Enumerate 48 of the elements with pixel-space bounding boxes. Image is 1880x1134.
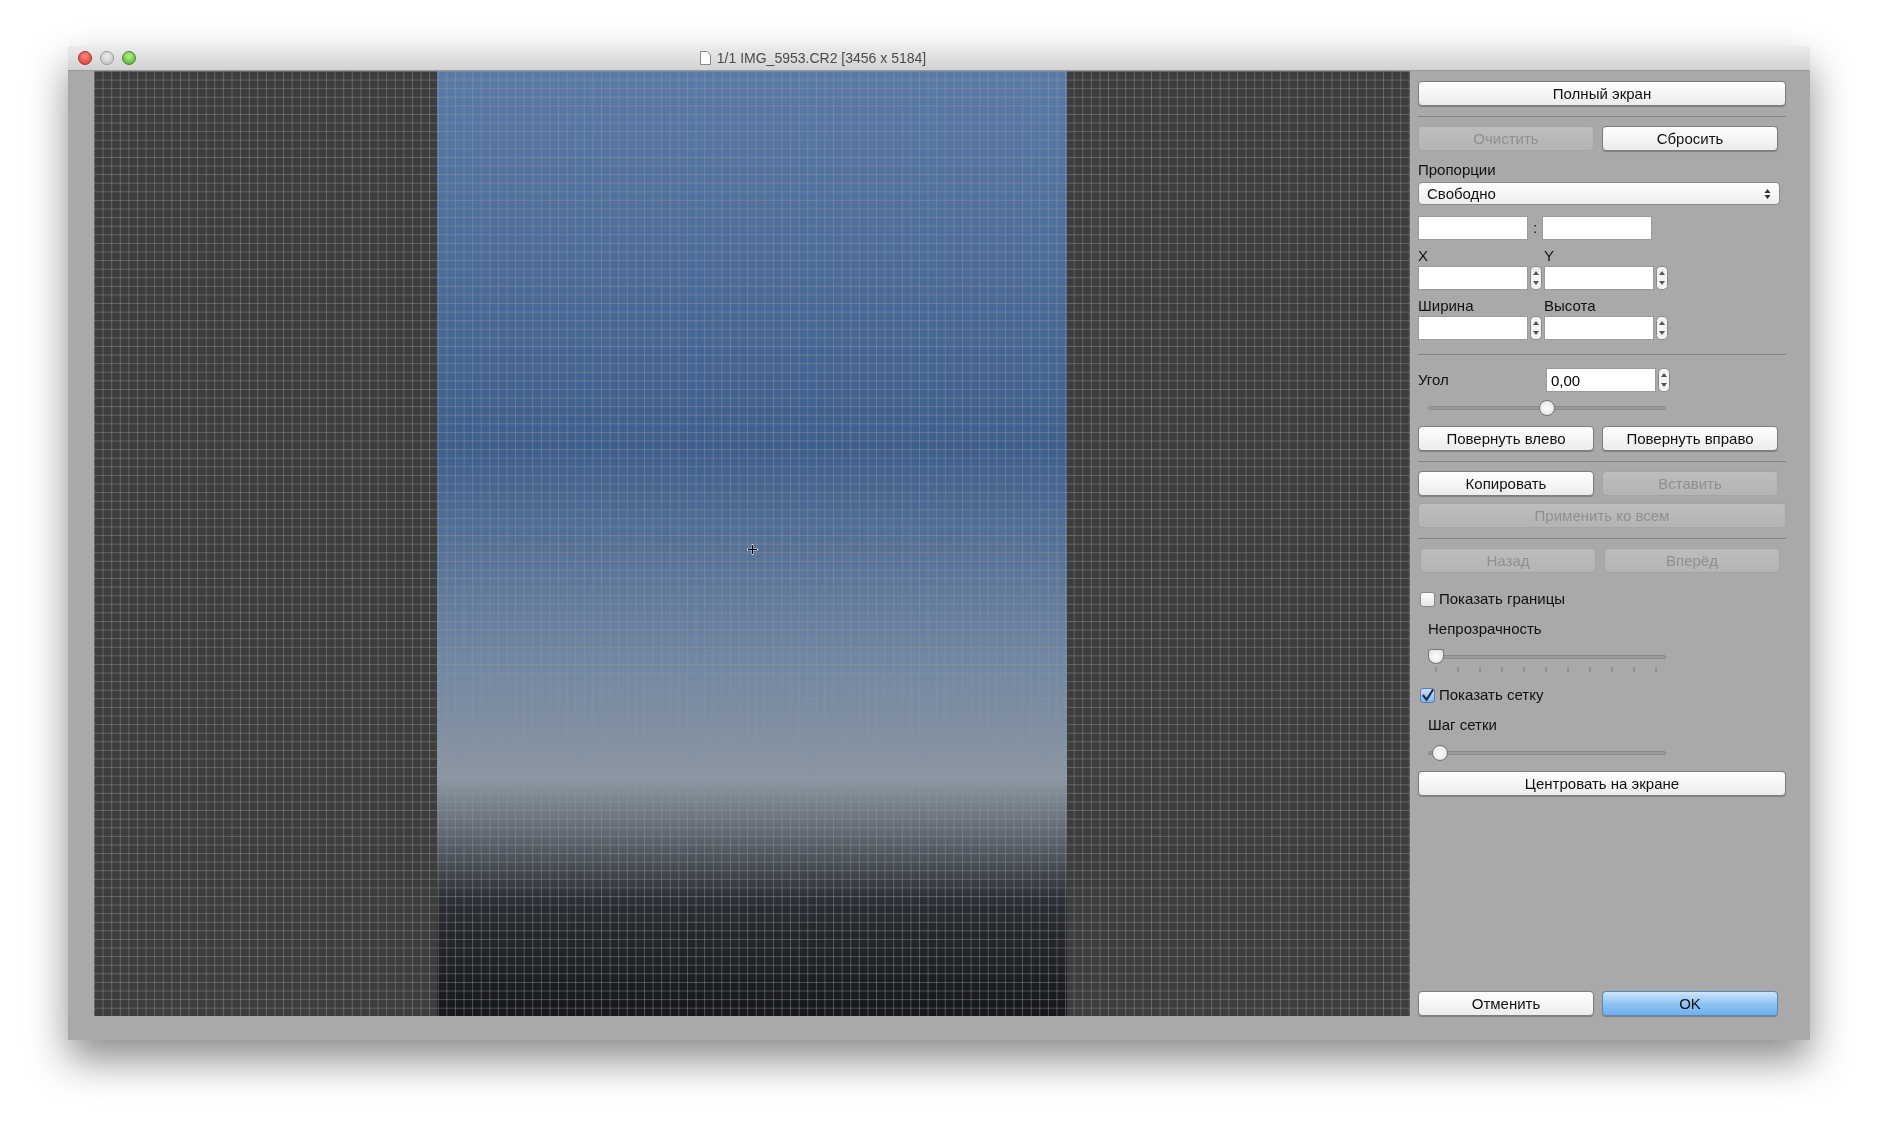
window-title: 1/1 IMG_5953.CR2 [3456 x 5184]	[716, 50, 927, 66]
fullscreen-button[interactable]: Полный экран	[1418, 81, 1786, 106]
height-label: Высота	[1544, 296, 1597, 316]
stepper-icon[interactable]	[1656, 266, 1668, 290]
opacity-slider[interactable]	[1428, 647, 1666, 675]
crosshair-icon	[747, 544, 758, 555]
x-field[interactable]	[1418, 266, 1528, 290]
ratio-width-field[interactable]	[1418, 216, 1528, 240]
ratio-separator: :	[1533, 218, 1538, 238]
angle-field[interactable]: 0,00	[1546, 368, 1656, 392]
y-label: Y	[1544, 246, 1555, 266]
width-field[interactable]	[1418, 316, 1528, 340]
zoom-button[interactable]	[122, 51, 136, 65]
minimize-button[interactable]	[100, 51, 114, 65]
angle-slider[interactable]	[1428, 398, 1666, 418]
opacity-label: Непрозрачность	[1428, 619, 1543, 639]
rotate-left-button[interactable]: Повернуть влево	[1418, 426, 1594, 451]
copy-button[interactable]: Копировать	[1418, 471, 1594, 496]
document-icon	[699, 51, 711, 65]
slider-thumb[interactable]	[1432, 745, 1449, 761]
stepper-icon[interactable]	[1530, 266, 1542, 290]
checkbox[interactable]	[1420, 687, 1435, 703]
slider-thumb[interactable]	[1428, 649, 1444, 664]
reset-button[interactable]: Сбросить	[1602, 126, 1778, 151]
grid-step-label: Шаг сетки	[1428, 715, 1498, 735]
close-button[interactable]	[78, 51, 92, 65]
slider-thumb[interactable]	[1539, 400, 1555, 416]
height-field[interactable]	[1544, 316, 1654, 340]
checkbox[interactable]	[1420, 591, 1435, 607]
image-canvas[interactable]	[94, 71, 1410, 1016]
angle-label: Угол	[1418, 370, 1450, 390]
proportions-dropdown[interactable]: Свободно	[1418, 182, 1780, 205]
stepper-icon[interactable]	[1656, 316, 1668, 340]
checkbox-label[interactable]: Показать сетку	[1439, 685, 1544, 705]
width-label: Ширина	[1418, 296, 1475, 316]
rotate-right-button[interactable]: Повернуть вправо	[1602, 426, 1778, 451]
proportions-label: Пропорции	[1418, 160, 1497, 180]
ok-button[interactable]: OK	[1602, 991, 1778, 1016]
stepper-icon[interactable]	[1530, 316, 1542, 340]
y-field[interactable]	[1544, 266, 1654, 290]
cancel-button[interactable]: Отменить	[1418, 991, 1594, 1016]
stepper-icon[interactable]	[1658, 368, 1670, 392]
checkbox-label[interactable]: Показать границы	[1439, 589, 1566, 609]
center-on-screen-button[interactable]: Центровать на экране	[1418, 771, 1786, 796]
ratio-height-field[interactable]	[1542, 216, 1653, 240]
dropdown-arrows-icon	[1764, 187, 1771, 200]
grid-step-slider[interactable]	[1428, 743, 1666, 763]
x-label: X	[1418, 246, 1429, 266]
